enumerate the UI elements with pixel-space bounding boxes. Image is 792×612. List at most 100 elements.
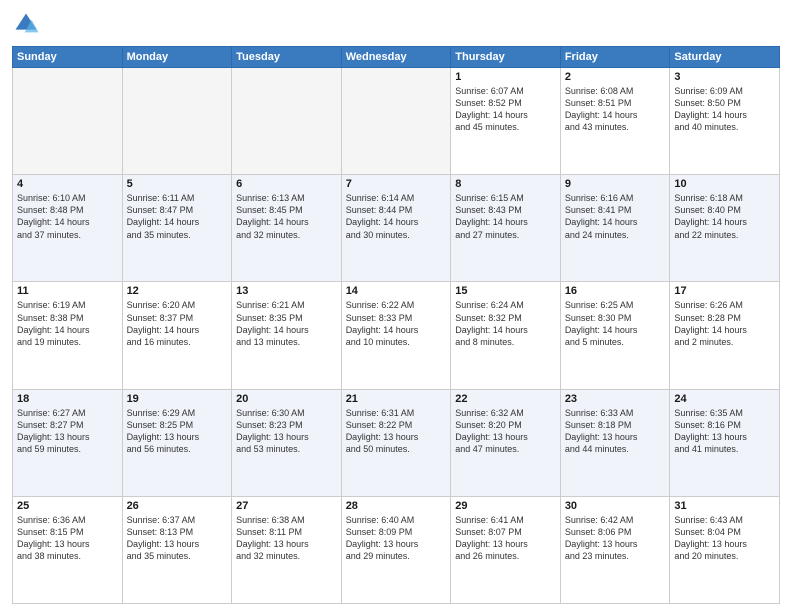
day-number: 5 xyxy=(127,178,228,190)
day-info: Sunrise: 6:32 AM Sunset: 8:20 PM Dayligh… xyxy=(455,407,556,456)
calendar-week-row: 1 Sunrise: 6:07 AM Sunset: 8:52 PM Dayli… xyxy=(13,68,780,175)
day-number: 28 xyxy=(346,500,447,512)
day-number: 17 xyxy=(674,285,775,297)
calendar-cell xyxy=(232,68,342,175)
day-info: Sunrise: 6:21 AM Sunset: 8:35 PM Dayligh… xyxy=(236,299,337,348)
calendar-cell: 26 Sunrise: 6:37 AM Sunset: 8:13 PM Dayl… xyxy=(122,496,232,603)
calendar-cell: 13 Sunrise: 6:21 AM Sunset: 8:35 PM Dayl… xyxy=(232,282,342,389)
day-number: 25 xyxy=(17,500,118,512)
day-info: Sunrise: 6:22 AM Sunset: 8:33 PM Dayligh… xyxy=(346,299,447,348)
calendar-cell: 7 Sunrise: 6:14 AM Sunset: 8:44 PM Dayli… xyxy=(341,175,451,282)
calendar-header-row: SundayMondayTuesdayWednesdayThursdayFrid… xyxy=(13,47,780,68)
day-info: Sunrise: 6:37 AM Sunset: 8:13 PM Dayligh… xyxy=(127,514,228,563)
day-number: 9 xyxy=(565,178,666,190)
day-number: 19 xyxy=(127,393,228,405)
day-info: Sunrise: 6:18 AM Sunset: 8:40 PM Dayligh… xyxy=(674,192,775,241)
calendar-cell: 1 Sunrise: 6:07 AM Sunset: 8:52 PM Dayli… xyxy=(451,68,561,175)
day-number: 1 xyxy=(455,71,556,83)
day-info: Sunrise: 6:41 AM Sunset: 8:07 PM Dayligh… xyxy=(455,514,556,563)
calendar-cell xyxy=(122,68,232,175)
calendar-cell: 9 Sunrise: 6:16 AM Sunset: 8:41 PM Dayli… xyxy=(560,175,670,282)
day-number: 23 xyxy=(565,393,666,405)
calendar-cell: 6 Sunrise: 6:13 AM Sunset: 8:45 PM Dayli… xyxy=(232,175,342,282)
day-number: 24 xyxy=(674,393,775,405)
calendar-cell: 24 Sunrise: 6:35 AM Sunset: 8:16 PM Dayl… xyxy=(670,389,780,496)
day-info: Sunrise: 6:07 AM Sunset: 8:52 PM Dayligh… xyxy=(455,85,556,134)
day-number: 8 xyxy=(455,178,556,190)
day-info: Sunrise: 6:11 AM Sunset: 8:47 PM Dayligh… xyxy=(127,192,228,241)
calendar-cell: 10 Sunrise: 6:18 AM Sunset: 8:40 PM Dayl… xyxy=(670,175,780,282)
day-info: Sunrise: 6:09 AM Sunset: 8:50 PM Dayligh… xyxy=(674,85,775,134)
calendar-cell: 17 Sunrise: 6:26 AM Sunset: 8:28 PM Dayl… xyxy=(670,282,780,389)
day-info: Sunrise: 6:20 AM Sunset: 8:37 PM Dayligh… xyxy=(127,299,228,348)
day-number: 18 xyxy=(17,393,118,405)
day-info: Sunrise: 6:15 AM Sunset: 8:43 PM Dayligh… xyxy=(455,192,556,241)
day-info: Sunrise: 6:35 AM Sunset: 8:16 PM Dayligh… xyxy=(674,407,775,456)
day-info: Sunrise: 6:38 AM Sunset: 8:11 PM Dayligh… xyxy=(236,514,337,563)
calendar-cell xyxy=(341,68,451,175)
calendar-header-wednesday: Wednesday xyxy=(341,47,451,68)
calendar-cell: 21 Sunrise: 6:31 AM Sunset: 8:22 PM Dayl… xyxy=(341,389,451,496)
calendar-header-tuesday: Tuesday xyxy=(232,47,342,68)
day-number: 4 xyxy=(17,178,118,190)
calendar-cell: 19 Sunrise: 6:29 AM Sunset: 8:25 PM Dayl… xyxy=(122,389,232,496)
day-number: 11 xyxy=(17,285,118,297)
day-info: Sunrise: 6:08 AM Sunset: 8:51 PM Dayligh… xyxy=(565,85,666,134)
day-info: Sunrise: 6:13 AM Sunset: 8:45 PM Dayligh… xyxy=(236,192,337,241)
calendar-cell: 11 Sunrise: 6:19 AM Sunset: 8:38 PM Dayl… xyxy=(13,282,123,389)
day-info: Sunrise: 6:40 AM Sunset: 8:09 PM Dayligh… xyxy=(346,514,447,563)
day-number: 6 xyxy=(236,178,337,190)
day-info: Sunrise: 6:24 AM Sunset: 8:32 PM Dayligh… xyxy=(455,299,556,348)
calendar-cell: 4 Sunrise: 6:10 AM Sunset: 8:48 PM Dayli… xyxy=(13,175,123,282)
day-number: 27 xyxy=(236,500,337,512)
day-info: Sunrise: 6:14 AM Sunset: 8:44 PM Dayligh… xyxy=(346,192,447,241)
day-number: 13 xyxy=(236,285,337,297)
calendar-week-row: 25 Sunrise: 6:36 AM Sunset: 8:15 PM Dayl… xyxy=(13,496,780,603)
calendar-cell: 12 Sunrise: 6:20 AM Sunset: 8:37 PM Dayl… xyxy=(122,282,232,389)
day-number: 20 xyxy=(236,393,337,405)
calendar-cell: 29 Sunrise: 6:41 AM Sunset: 8:07 PM Dayl… xyxy=(451,496,561,603)
day-number: 14 xyxy=(346,285,447,297)
calendar-week-row: 11 Sunrise: 6:19 AM Sunset: 8:38 PM Dayl… xyxy=(13,282,780,389)
calendar-cell: 22 Sunrise: 6:32 AM Sunset: 8:20 PM Dayl… xyxy=(451,389,561,496)
day-info: Sunrise: 6:19 AM Sunset: 8:38 PM Dayligh… xyxy=(17,299,118,348)
calendar-cell: 31 Sunrise: 6:43 AM Sunset: 8:04 PM Dayl… xyxy=(670,496,780,603)
day-number: 2 xyxy=(565,71,666,83)
calendar-header-sunday: Sunday xyxy=(13,47,123,68)
logo xyxy=(12,10,44,38)
day-number: 15 xyxy=(455,285,556,297)
calendar-cell: 30 Sunrise: 6:42 AM Sunset: 8:06 PM Dayl… xyxy=(560,496,670,603)
day-number: 30 xyxy=(565,500,666,512)
calendar-week-row: 4 Sunrise: 6:10 AM Sunset: 8:48 PM Dayli… xyxy=(13,175,780,282)
calendar-cell: 3 Sunrise: 6:09 AM Sunset: 8:50 PM Dayli… xyxy=(670,68,780,175)
calendar-header-saturday: Saturday xyxy=(670,47,780,68)
day-number: 26 xyxy=(127,500,228,512)
day-number: 7 xyxy=(346,178,447,190)
day-number: 10 xyxy=(674,178,775,190)
day-number: 22 xyxy=(455,393,556,405)
day-info: Sunrise: 6:16 AM Sunset: 8:41 PM Dayligh… xyxy=(565,192,666,241)
calendar-cell: 16 Sunrise: 6:25 AM Sunset: 8:30 PM Dayl… xyxy=(560,282,670,389)
calendar-cell: 28 Sunrise: 6:40 AM Sunset: 8:09 PM Dayl… xyxy=(341,496,451,603)
calendar-cell: 14 Sunrise: 6:22 AM Sunset: 8:33 PM Dayl… xyxy=(341,282,451,389)
page: SundayMondayTuesdayWednesdayThursdayFrid… xyxy=(0,0,792,612)
calendar-cell: 18 Sunrise: 6:27 AM Sunset: 8:27 PM Dayl… xyxy=(13,389,123,496)
day-number: 3 xyxy=(674,71,775,83)
day-info: Sunrise: 6:27 AM Sunset: 8:27 PM Dayligh… xyxy=(17,407,118,456)
day-info: Sunrise: 6:10 AM Sunset: 8:48 PM Dayligh… xyxy=(17,192,118,241)
day-info: Sunrise: 6:33 AM Sunset: 8:18 PM Dayligh… xyxy=(565,407,666,456)
header xyxy=(12,10,780,38)
calendar-header-thursday: Thursday xyxy=(451,47,561,68)
day-info: Sunrise: 6:30 AM Sunset: 8:23 PM Dayligh… xyxy=(236,407,337,456)
calendar-cell: 23 Sunrise: 6:33 AM Sunset: 8:18 PM Dayl… xyxy=(560,389,670,496)
day-info: Sunrise: 6:26 AM Sunset: 8:28 PM Dayligh… xyxy=(674,299,775,348)
calendar-cell: 20 Sunrise: 6:30 AM Sunset: 8:23 PM Dayl… xyxy=(232,389,342,496)
logo-icon xyxy=(12,10,40,38)
calendar-cell: 15 Sunrise: 6:24 AM Sunset: 8:32 PM Dayl… xyxy=(451,282,561,389)
calendar-cell: 25 Sunrise: 6:36 AM Sunset: 8:15 PM Dayl… xyxy=(13,496,123,603)
calendar-header-friday: Friday xyxy=(560,47,670,68)
day-number: 12 xyxy=(127,285,228,297)
calendar-week-row: 18 Sunrise: 6:27 AM Sunset: 8:27 PM Dayl… xyxy=(13,389,780,496)
day-info: Sunrise: 6:29 AM Sunset: 8:25 PM Dayligh… xyxy=(127,407,228,456)
calendar-header-monday: Monday xyxy=(122,47,232,68)
